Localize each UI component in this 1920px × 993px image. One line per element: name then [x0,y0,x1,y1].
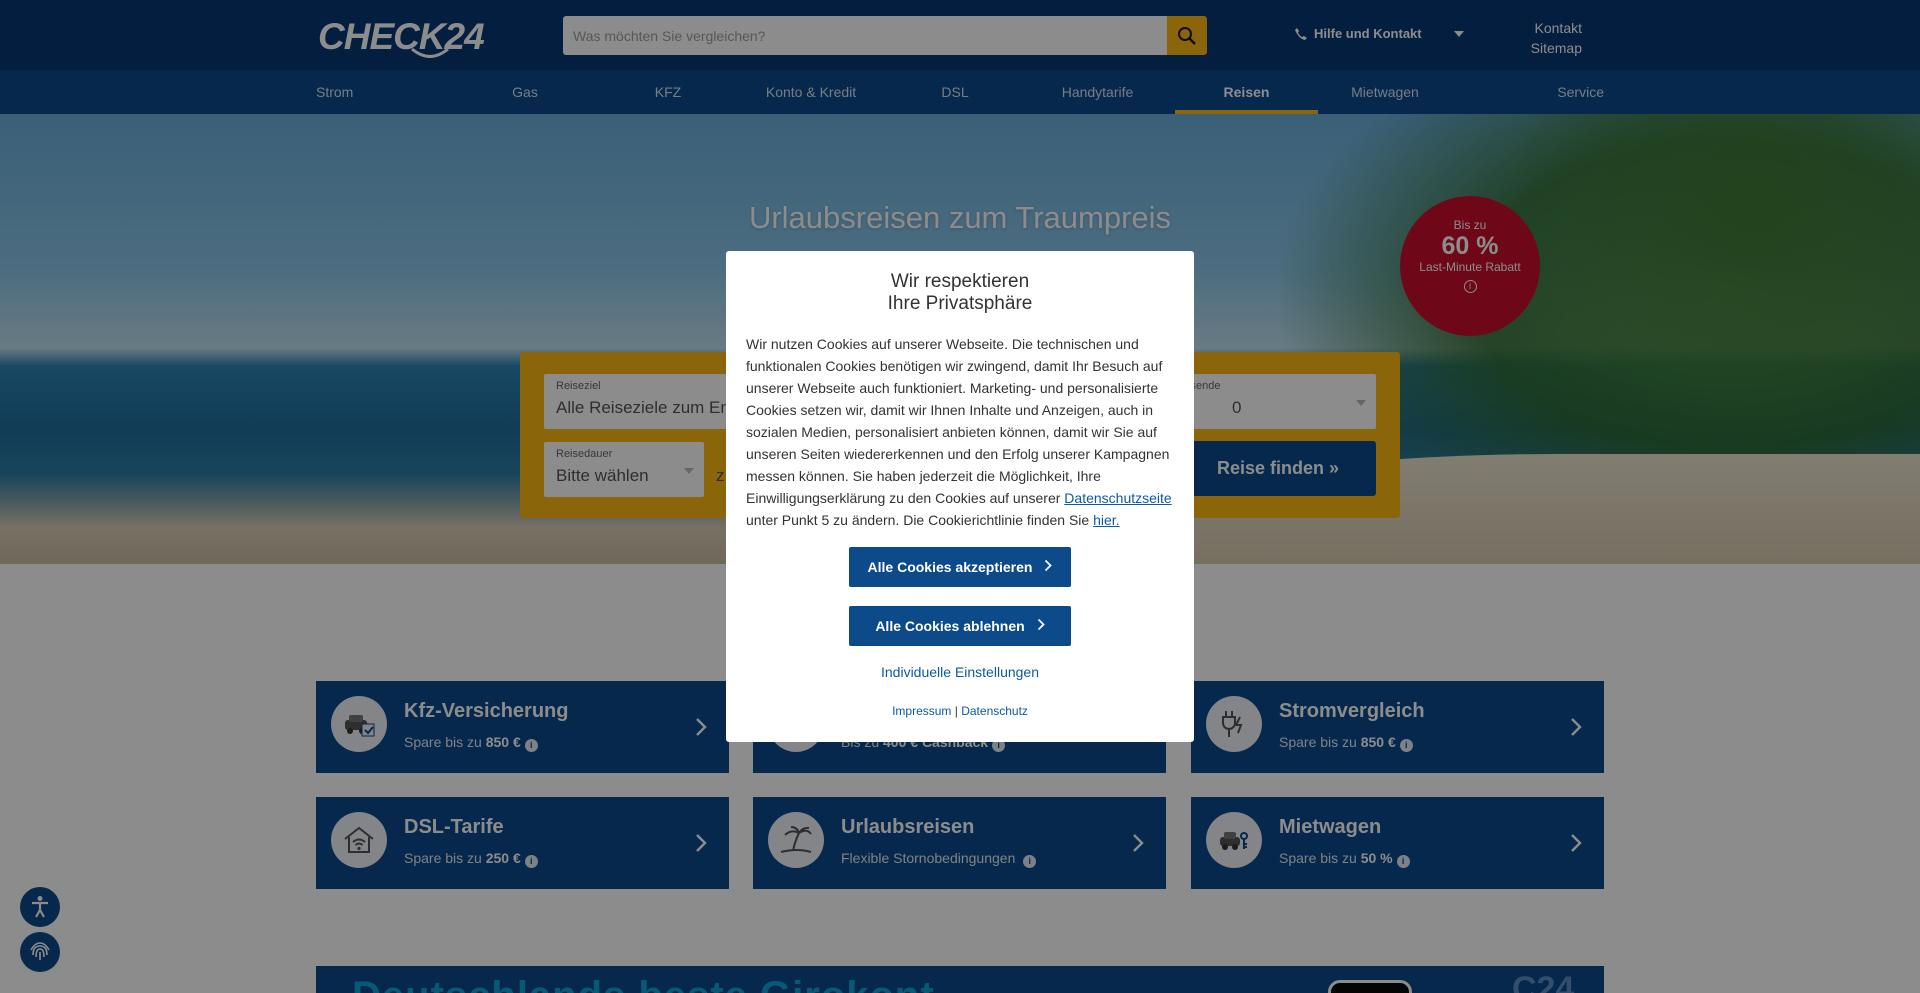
individual-settings-link[interactable]: Individuelle Einstellungen [726,664,1194,680]
cookie-policy-link[interactable]: hier. [1093,512,1119,528]
cookie-dialog-title: Wir respektieren Ihre Privatsphäre [887,271,1033,314]
reject-all-cookies-button[interactable]: Alle Cookies ablehnen [849,606,1071,646]
cookie-consent-dialog: Wir respektieren Ihre Privatsphäre Wir n… [726,251,1194,742]
datenschutz-link[interactable]: Datenschutz [961,704,1028,718]
accept-all-cookies-button[interactable]: Alle Cookies akzeptieren [849,547,1071,587]
chevron-right-icon [1044,559,1053,575]
impressum-link[interactable]: Impressum [892,704,951,718]
chevron-right-icon [1037,618,1045,634]
privacy-page-link[interactable]: Datenschutzseite [1064,490,1171,506]
cookie-dialog-body: Wir nutzen Cookies auf unserer Webseite.… [746,336,1172,528]
footer-separator: | [954,704,958,718]
cookie-dialog-footer: Impressum | Datenschutz [726,704,1194,718]
